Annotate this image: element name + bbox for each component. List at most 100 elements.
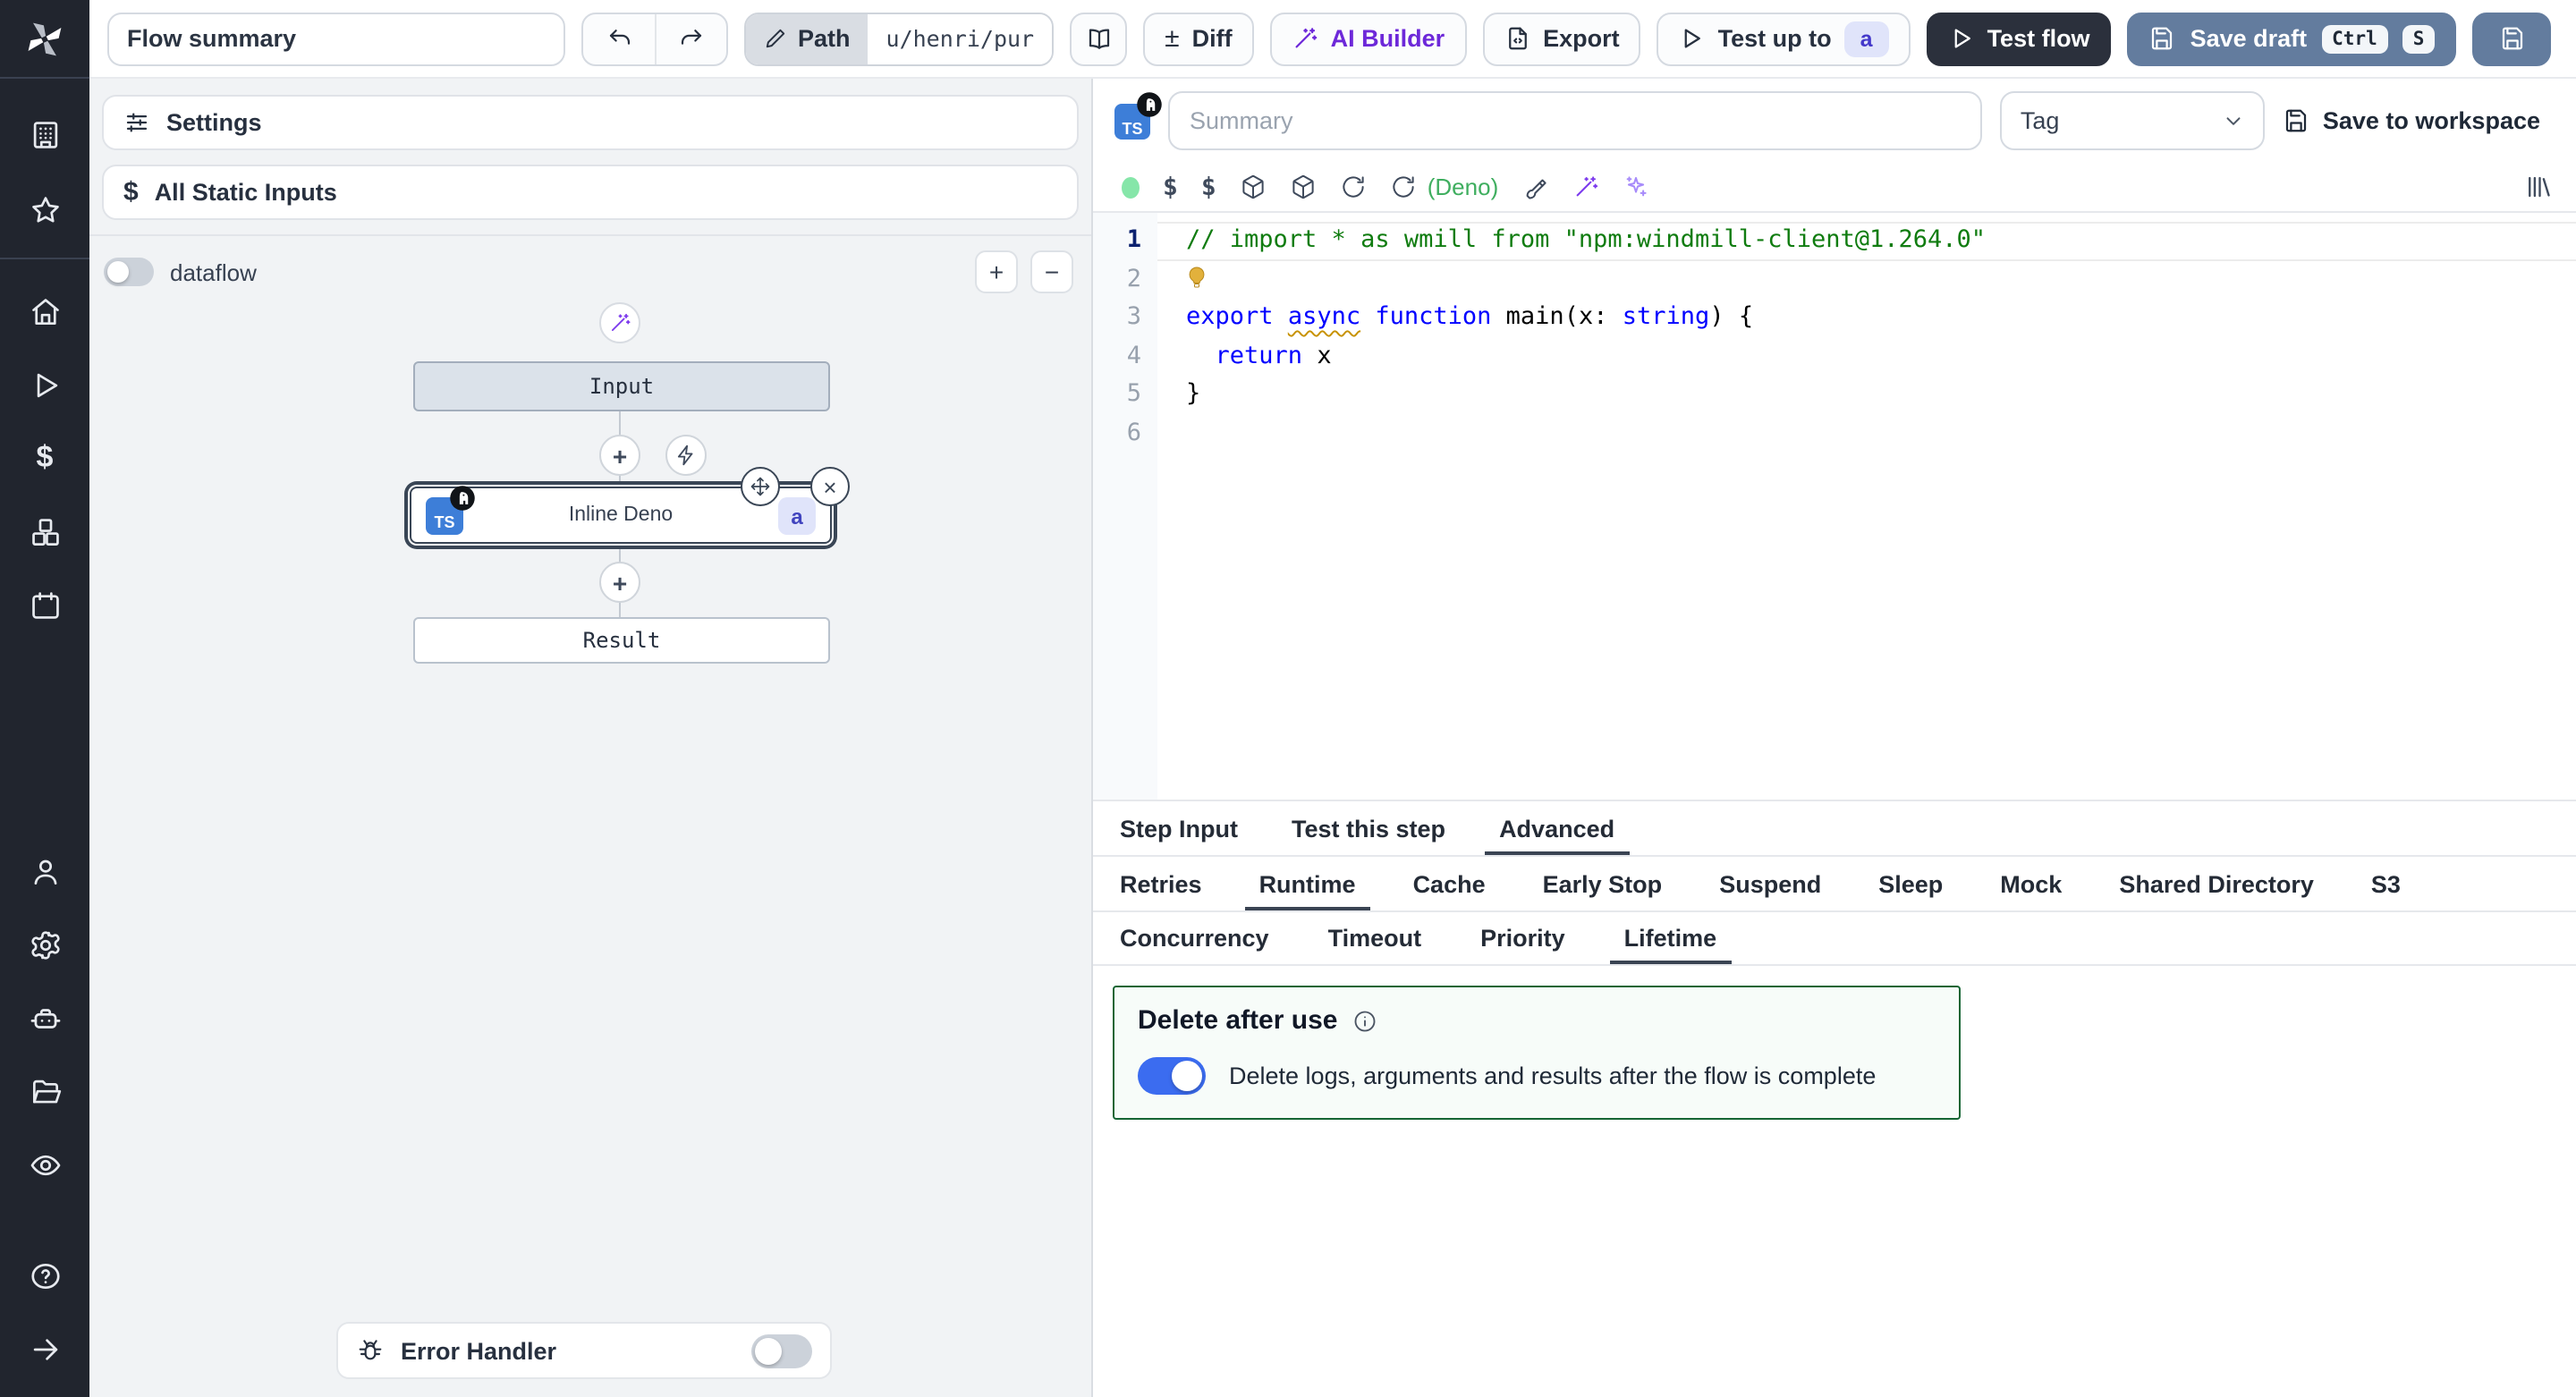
redo-button[interactable] bbox=[655, 13, 726, 64]
graph-node-result[interactable]: Result bbox=[413, 617, 830, 664]
delete-after-use-toggle[interactable] bbox=[1138, 1057, 1206, 1095]
sidebar-item-workers[interactable] bbox=[14, 987, 75, 1048]
trigger-zap-button[interactable] bbox=[665, 435, 707, 476]
summary-input[interactable] bbox=[1168, 91, 1983, 150]
tab-s3[interactable]: S3 bbox=[2371, 857, 2401, 910]
graph-ai-wand-button[interactable] bbox=[599, 302, 640, 343]
tab-early-stop[interactable]: Early Stop bbox=[1543, 857, 1663, 910]
delete-step-button[interactable]: × bbox=[810, 467, 850, 506]
sidebar-item-settings[interactable] bbox=[14, 914, 75, 975]
save-to-workspace-button[interactable]: Save to workspace bbox=[2284, 107, 2540, 134]
sidebar-item-home[interactable] bbox=[14, 281, 75, 342]
zoom-out-button[interactable]: − bbox=[1030, 250, 1073, 293]
sidebar-item-runs[interactable] bbox=[14, 354, 75, 415]
static-inputs-label: All Static Inputs bbox=[155, 179, 337, 206]
ai-fix-button[interactable] bbox=[1622, 174, 1648, 200]
docs-button[interactable] bbox=[1070, 12, 1127, 65]
reload-button[interactable] bbox=[1340, 174, 1367, 200]
zoom-in-button[interactable]: + bbox=[975, 250, 1018, 293]
tab-advanced[interactable]: Advanced bbox=[1499, 801, 1614, 855]
sidebar-item-workspace[interactable] bbox=[14, 104, 75, 165]
zap-icon bbox=[674, 444, 698, 467]
add-variable-button[interactable]: $ bbox=[1163, 173, 1178, 201]
tab-step-input[interactable]: Step Input bbox=[1120, 801, 1238, 855]
reload-deno-button[interactable] bbox=[1390, 174, 1417, 200]
lightbulb-icon[interactable] bbox=[1186, 264, 1208, 289]
package-icon bbox=[1290, 174, 1317, 200]
sidebar-item-resources[interactable] bbox=[14, 501, 75, 562]
editor-gutter: 1 2 3 4 5 6 bbox=[1093, 213, 1157, 800]
add-step-button[interactable]: + bbox=[599, 435, 640, 476]
flow-settings-button[interactable]: Settings bbox=[102, 95, 1079, 150]
sidebar-item-variables[interactable]: $ bbox=[14, 428, 75, 488]
magic-wand-icon bbox=[1572, 174, 1598, 200]
undo-button[interactable] bbox=[583, 13, 655, 64]
sidebar-item-audit-logs[interactable] bbox=[14, 1134, 75, 1195]
code-editor[interactable]: 1 2 3 4 5 6 // import * as wmill from "n… bbox=[1093, 211, 2576, 801]
sidebar-item-schedules[interactable] bbox=[14, 574, 75, 635]
sidebar-item-favorites[interactable] bbox=[14, 179, 75, 240]
line-number: 5 bbox=[1093, 376, 1141, 414]
refresh-icon bbox=[1340, 174, 1367, 200]
typescript-badge: TS bbox=[1114, 103, 1150, 139]
tab-runtime[interactable]: Runtime bbox=[1259, 857, 1356, 910]
tab-lifetime[interactable]: Lifetime bbox=[1624, 912, 1717, 964]
sidebar-collapse-arrow-icon[interactable] bbox=[14, 1318, 75, 1379]
line-number: 3 bbox=[1093, 299, 1141, 337]
graph-node-inline-deno[interactable]: TS Inline Deno a × bbox=[410, 487, 832, 544]
all-static-inputs-button[interactable]: $ All Static Inputs bbox=[102, 165, 1079, 220]
tab-priority[interactable]: Priority bbox=[1480, 912, 1565, 964]
ai-builder-button[interactable]: AI Builder bbox=[1270, 12, 1467, 65]
add-step-button[interactable]: + bbox=[599, 562, 640, 603]
tab-timeout[interactable]: Timeout bbox=[1328, 912, 1422, 964]
sidebar-item-users[interactable] bbox=[14, 841, 75, 902]
line-number: 1 bbox=[1093, 222, 1141, 260]
error-handler-toggle[interactable] bbox=[751, 1334, 812, 1367]
line-number: 2 bbox=[1093, 260, 1141, 299]
sidebar-item-help[interactable] bbox=[14, 1245, 75, 1306]
sidebar-divider bbox=[0, 258, 89, 259]
add-resource-button[interactable]: $ bbox=[1201, 173, 1216, 201]
dataflow-toggle[interactable] bbox=[104, 258, 154, 286]
tab-retries[interactable]: Retries bbox=[1120, 857, 1202, 910]
path-button[interactable]: Path u/henri/pur bbox=[744, 12, 1054, 65]
tab-test-this-step[interactable]: Test this step bbox=[1292, 801, 1445, 855]
diff-button[interactable]: ± Diff bbox=[1143, 12, 1253, 65]
editor-code-area[interactable]: // import * as wmill from "npm:windmill-… bbox=[1157, 213, 2576, 800]
move-step-button[interactable] bbox=[741, 467, 780, 506]
package-lock-button[interactable] bbox=[1290, 174, 1317, 200]
graph-node-input[interactable]: Input bbox=[413, 361, 830, 411]
test-flow-button[interactable]: Test flow bbox=[1927, 12, 2112, 65]
ai-generate-button[interactable] bbox=[1572, 174, 1598, 200]
info-icon[interactable] bbox=[1352, 1008, 1377, 1033]
step-detail-panel: TS Tag Save to workspace $ $ (Deno) bbox=[1091, 79, 2576, 1397]
tab-sleep[interactable]: Sleep bbox=[1878, 857, 1943, 910]
package-button[interactable] bbox=[1240, 174, 1267, 200]
undo-icon bbox=[606, 25, 632, 52]
export-button[interactable]: Export bbox=[1482, 12, 1641, 65]
save-flow-button[interactable] bbox=[2472, 12, 2551, 65]
error-handler-card[interactable]: Error Handler bbox=[336, 1322, 832, 1379]
save-draft-button[interactable]: Save draft Ctrl S bbox=[2128, 12, 2457, 65]
sparkles-icon bbox=[1622, 174, 1648, 200]
tab-cache[interactable]: Cache bbox=[1413, 857, 1486, 910]
editor-toolbar: $ $ (Deno) bbox=[1093, 163, 2576, 211]
tab-mock[interactable]: Mock bbox=[2000, 857, 2062, 910]
deno-icon bbox=[449, 485, 476, 512]
code-line-3: export async function main(x: string) { bbox=[1157, 299, 2576, 337]
tab-shared-directory[interactable]: Shared Directory bbox=[2119, 857, 2314, 910]
script-library-icon[interactable] bbox=[2524, 174, 2551, 200]
tag-select[interactable]: Tag bbox=[2001, 91, 2266, 150]
magic-wand-icon bbox=[608, 311, 631, 334]
pencil-icon bbox=[764, 27, 787, 50]
flow-summary-input[interactable] bbox=[107, 12, 565, 65]
chevron-down-icon bbox=[2223, 109, 2246, 132]
sidebar-item-folders[interactable] bbox=[14, 1061, 75, 1122]
test-up-to-button[interactable]: Test up to a bbox=[1657, 12, 1911, 65]
tab-concurrency[interactable]: Concurrency bbox=[1120, 912, 1269, 964]
tab-suspend[interactable]: Suspend bbox=[1719, 857, 1821, 910]
windmill-logo[interactable] bbox=[0, 0, 89, 79]
save-icon bbox=[2284, 107, 2310, 134]
step-id-badge: a bbox=[778, 497, 816, 535]
format-code-button[interactable] bbox=[1521, 174, 1548, 200]
